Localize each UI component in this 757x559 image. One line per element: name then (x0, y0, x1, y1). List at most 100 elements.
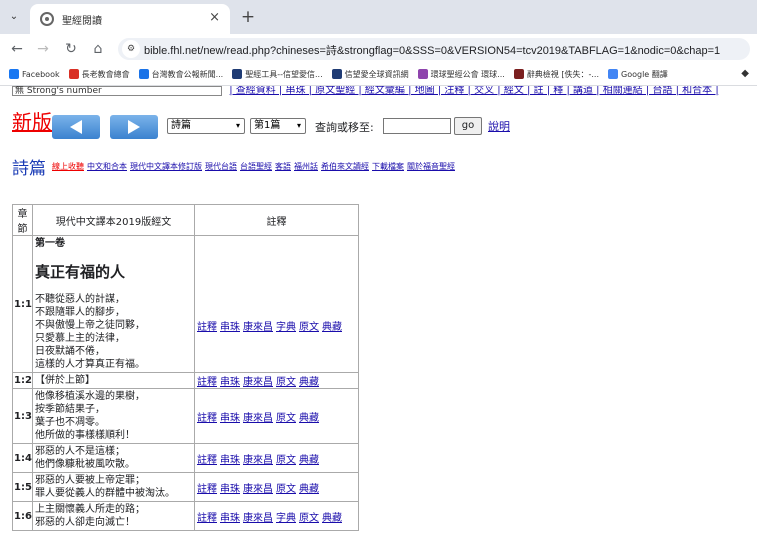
verse-number: 1:1 (12, 235, 33, 373)
go-button[interactable]: go (454, 117, 482, 135)
note-link[interactable]: 串珠 (220, 413, 240, 424)
verse-line: 不跟隨罪人的腳步， (35, 307, 125, 318)
section-heading: 真正有福的人 (35, 263, 126, 281)
bookmark-item[interactable]: 聖經工具--信望愛信... (232, 69, 323, 80)
note-link[interactable]: 註釋 (197, 455, 217, 466)
tab-title: 聖經閱讀 (62, 16, 102, 27)
help-link[interactable]: 說明 (488, 118, 510, 134)
verse-line: 這樣的人才算真正有福。 (35, 359, 145, 370)
book-links: 線上收聽 中文和合本 現代中文譯本修訂版 現代台語 台語聖經 客語 福州話 希伯來文讀經 下載檔… (52, 161, 458, 172)
bookmark-item[interactable]: 信望愛全球資訊網 (331, 69, 409, 80)
note-link[interactable]: 串珠 (220, 377, 240, 388)
table-row: 1:1 第一卷 真正有福的人 不聽從惡人的計謀， 不跟隨罪人的腳步， 不與傲慢上帝之徒同夥… (12, 235, 359, 373)
book-link[interactable]: 線上收聽 (52, 162, 84, 171)
bookmark-item[interactable]: Google 翻譯 (608, 69, 668, 80)
home-icon[interactable]: ⌂ (89, 40, 107, 58)
bookmark-label: Facebook (22, 70, 60, 79)
strongs-select[interactable]: 無 Strong's number (12, 86, 222, 96)
table-row: 1:2 【併於上節】 註釋 串珠 康來昌 原文 典藏 (12, 372, 359, 389)
bookmark-item[interactable]: 環球聖經公會 環球... (417, 69, 505, 80)
note-link[interactable]: 典藏 (299, 455, 319, 466)
forward-arrow-icon[interactable]: → (34, 40, 52, 58)
note-link[interactable]: 字典 (276, 322, 296, 333)
note-link[interactable]: 康來昌 (243, 377, 273, 388)
url-text[interactable]: bible.fhl.net/new/read.php?chineses=詩&st… (144, 42, 744, 58)
note-link[interactable]: 原文 (276, 455, 296, 466)
prev-chapter-button[interactable] (52, 115, 100, 139)
bookmark-label: 辭典檢視 [佚失：-... (526, 70, 599, 79)
book-link[interactable]: 現代中文譯本修訂版 (130, 162, 202, 171)
table-row: 1:4 邪惡的人不是這樣； 他們像糠秕被風吹散。 註釋 串珠 康來昌 原文 典藏 (12, 443, 359, 473)
bookmark-label: 環球聖經公會 環球... (430, 70, 505, 79)
verse-line: 邪惡的人卻走向滅亡！ (35, 517, 135, 528)
verse-notes-cell: 註釋 串珠 康來昌 原文 典藏 (194, 388, 359, 444)
bookmark-favicon-icon (138, 69, 149, 79)
note-link[interactable]: 串珠 (220, 484, 240, 495)
book-link[interactable]: 客語 (275, 162, 291, 171)
close-icon[interactable]: × (209, 10, 220, 25)
note-link[interactable]: 原文 (276, 377, 296, 388)
verse-number: 1:6 (12, 501, 33, 531)
note-link[interactable]: 註釋 (197, 322, 217, 333)
reload-icon[interactable]: ↻ (62, 40, 80, 58)
note-link[interactable]: 原文 (276, 484, 296, 495)
note-link[interactable]: 串珠 (220, 322, 240, 333)
verse-line: 【併於上節】 (35, 375, 95, 386)
bookmark-item[interactable]: Facebook (9, 69, 60, 79)
note-link[interactable]: 原文 (276, 413, 296, 424)
new-tab-plus-icon[interactable]: + (237, 6, 259, 28)
back-arrow-icon[interactable]: ← (8, 40, 26, 58)
new-version-link[interactable]: 新版 (12, 106, 52, 135)
book-link[interactable]: 中文和合本 (87, 162, 127, 171)
note-link[interactable]: 康來昌 (243, 322, 273, 333)
chevron-down-icon: ▾ (235, 121, 240, 130)
goto-input[interactable] (383, 118, 451, 134)
note-link[interactable]: 典藏 (322, 513, 342, 524)
note-link[interactable]: 康來昌 (243, 413, 273, 424)
note-link[interactable]: 典藏 (299, 413, 319, 424)
note-link[interactable]: 康來昌 (243, 513, 273, 524)
browser-tab[interactable]: 聖經閱讀 × (30, 4, 230, 34)
note-link[interactable]: 註釋 (197, 377, 217, 388)
book-link[interactable]: 關於福音聖經 (407, 162, 455, 171)
note-link[interactable]: 典藏 (299, 484, 319, 495)
bookmark-favicon-icon (608, 69, 618, 79)
verse-text-cell: 邪惡的人要被上帝定罪； 罪人要從義人的群體中被淘汰。 (32, 472, 195, 502)
tab-search-chevron-icon[interactable]: ⌄ (6, 9, 22, 25)
next-chapter-button[interactable] (110, 115, 158, 139)
note-link[interactable]: 串珠 (220, 513, 240, 524)
browser-toolbar: ← → ↻ ⌂ ⚙ bible.fhl.net/new/read.php?chi… (0, 34, 757, 64)
note-link[interactable]: 串珠 (220, 455, 240, 466)
note-link[interactable]: 註釋 (197, 513, 217, 524)
bookmark-item[interactable]: 台灣教會公報新聞... (138, 69, 223, 80)
bookmark-favicon-icon (9, 69, 19, 79)
note-link[interactable]: 註釋 (197, 413, 217, 424)
note-link[interactable]: 原文 (299, 322, 319, 333)
top-links[interactable]: | 查經資料 | 串珠 | 原文聖經 | 經文彙編 | 地圖 | 注釋 | 交叉… (229, 86, 719, 96)
book-link[interactable]: 現代台語 (205, 162, 237, 171)
book-select[interactable]: 詩篇 ▾ (167, 118, 245, 134)
note-link[interactable]: 典藏 (322, 322, 342, 333)
note-link[interactable]: 康來昌 (243, 455, 273, 466)
book-link[interactable]: 台語聖經 (240, 162, 272, 171)
book-link[interactable]: 下載檔案 (372, 162, 404, 171)
verse-line: 只愛慕上主的法律， (35, 333, 125, 344)
bookmark-item[interactable]: 長老教會總會 (68, 69, 130, 80)
site-info-icon[interactable]: ⚙ (122, 40, 140, 58)
bookmark-item[interactable]: 辭典檢視 [佚失：-... (513, 69, 599, 80)
book-select-value: 詩篇 (171, 120, 191, 131)
bookmark-overflow-icon[interactable]: ◆ (741, 68, 749, 79)
verse-number: 1:5 (12, 472, 33, 502)
note-link[interactable]: 典藏 (299, 377, 319, 388)
note-link[interactable]: 康來昌 (243, 484, 273, 495)
chapter-select[interactable]: 第1篇 ▾ (250, 118, 306, 134)
address-bar[interactable]: ⚙ bible.fhl.net/new/read.php?chineses=詩&… (118, 38, 750, 60)
note-link[interactable]: 註釋 (197, 484, 217, 495)
note-link[interactable]: 字典 (276, 513, 296, 524)
verse-number: 1:4 (12, 443, 33, 473)
bookmark-favicon-icon (331, 69, 342, 79)
bookmark-favicon-icon (68, 69, 79, 79)
note-link[interactable]: 原文 (299, 513, 319, 524)
book-link[interactable]: 福州話 (294, 162, 318, 171)
book-link[interactable]: 希伯來文讀經 (321, 162, 369, 171)
